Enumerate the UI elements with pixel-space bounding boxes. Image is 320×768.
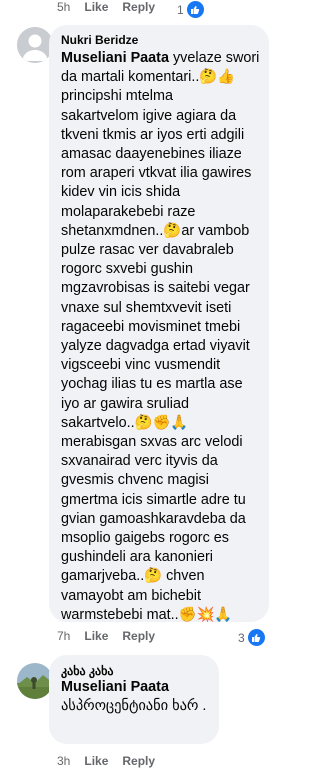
comment-2-meta: 3h Like Reply (57, 754, 169, 768)
comment-line: da martali komentari..🤔👍 (61, 69, 236, 86)
comment-line: sxvanairad verc ityvis da (61, 453, 218, 470)
like-reaction-icon (185, 0, 205, 19)
prev-reaction-number: 1 (177, 2, 184, 17)
comment-author[interactable]: კახა კახა (61, 664, 114, 678)
reply-button[interactable]: Reply (122, 754, 155, 768)
prev-reaction-count[interactable]: 1 (177, 0, 205, 19)
comment-line: rom araperi vtkvat ilia gawires (61, 165, 252, 182)
comment-line: yochag ilias tu es martla ase (61, 376, 243, 393)
mention-link[interactable]: Museliani Paata (61, 678, 206, 697)
avatar-nukri-beridze[interactable] (17, 27, 53, 63)
comment-line: merabisgan sxvas arc velodi (61, 434, 243, 451)
prev-like-button[interactable]: Like (84, 0, 108, 14)
like-button[interactable]: Like (84, 629, 108, 643)
comment-line: shetanxmdnen..🤔ar vambob (61, 222, 250, 239)
comment-line: tkveni tkmis ar iyos erti adgili (61, 126, 245, 143)
comment-line: sakartvelo..🤔✊🙏 (61, 414, 189, 431)
comment-line: pulze rasac ver davabraleb (61, 242, 234, 259)
landscape-avatar-icon (17, 663, 53, 699)
comment-line: gvian gamoashkaravdeba da (61, 510, 246, 527)
comment-bubble-2: კახა კახა Museliani Paata ასპროცენტიანი … (49, 655, 219, 744)
comment-line: warmstebebi mat..✊💥🙏 (61, 606, 233, 623)
comment-line: gvesmis chvenc magisi (61, 472, 209, 489)
comment-line: gmertma icis simartle adre tu (61, 491, 246, 508)
comment-line: gushindeli ara kanonieri (61, 549, 214, 566)
prev-comment-meta: 5h Like Reply (57, 0, 169, 14)
comment-1-meta: 7h Like Reply (57, 629, 169, 643)
reply-button[interactable]: Reply (122, 629, 155, 643)
comment-line: principshi mtelma (61, 88, 173, 105)
avatar-kakha-kakha[interactable] (17, 663, 53, 699)
comment-line: amasac daayenebines iliaze (61, 146, 242, 163)
default-avatar-icon (17, 27, 53, 63)
comment-line: vnaxe sul shemtxvevit iseti (61, 299, 232, 316)
comment-line: mgzavrobisas is saitebi vegar (61, 280, 250, 297)
prev-comment-time: 5h (57, 0, 71, 14)
comment-time: 3h (57, 754, 71, 768)
comment-line: yalyze dagvadga ertad viyavit (61, 338, 250, 355)
comment-line: rogorc sxvebi gushin (61, 261, 193, 278)
comment-line: molaparakebebi raze (61, 203, 196, 220)
like-reaction-icon (246, 628, 266, 647)
mention-link[interactable]: Museliani Paata (61, 50, 169, 66)
comment-line: ასპროცენტიანი ხარ . (61, 698, 207, 715)
comment-1-reaction-count[interactable]: 3 (238, 628, 266, 647)
reaction-number: 3 (238, 630, 245, 645)
comment-line: gamarjveba..🤔 chven (61, 568, 205, 585)
comment-line: vamayobt am bichebit (61, 587, 201, 604)
comment-line: kidev vin icis shida (61, 184, 181, 201)
like-button[interactable]: Like (84, 754, 108, 768)
comment-line: vigsceebi vinc vusmendit (61, 357, 221, 374)
comment-line: yvelaze swori (168, 50, 260, 66)
comment-text: Museliani Paata yvelaze swori da martali… (61, 49, 271, 625)
comment-text: Museliani Paata ასპროცენტიანი ხარ . (61, 678, 206, 716)
prev-reply-button[interactable]: Reply (122, 0, 155, 14)
comment-line: msoplio gaigebs rogorc es (61, 530, 229, 547)
comment-line: iyo ar gawira sruliad (61, 395, 189, 412)
comment-author[interactable]: Nukri Beridze (61, 33, 138, 47)
comment-line: ragaceebi movisminet tmebi (61, 318, 241, 335)
comment-time: 7h (57, 629, 71, 643)
comment-line: sakartvelom igive agiara da (61, 107, 237, 124)
comment-bubble-1: Nukri Beridze Museliani Paata yvelaze sw… (49, 25, 271, 625)
